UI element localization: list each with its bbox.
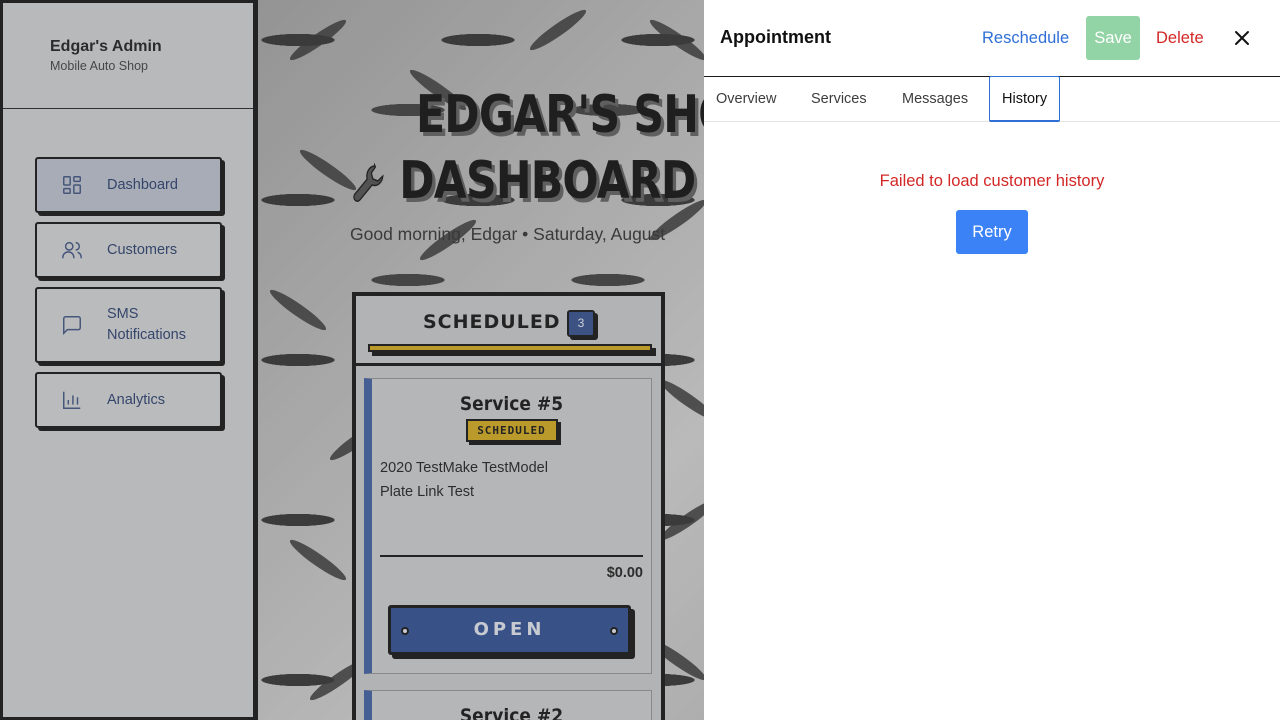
- retry-button[interactable]: Retry: [956, 210, 1028, 254]
- tab-history[interactable]: History: [989, 76, 1061, 122]
- tab-messages[interactable]: Messages: [890, 77, 980, 122]
- reschedule-button[interactable]: Reschedule: [982, 29, 1069, 48]
- drawer-title: Appointment: [720, 27, 831, 47]
- error-message: Failed to load customer history: [879, 172, 1105, 190]
- tab-overview[interactable]: Overview: [704, 77, 788, 122]
- close-icon[interactable]: [1232, 28, 1252, 48]
- delete-button[interactable]: Delete: [1156, 29, 1204, 48]
- drawer-header: Appointment Reschedule Save Delete: [704, 0, 1280, 77]
- appointment-drawer: Appointment Reschedule Save Delete Overv…: [704, 0, 1280, 720]
- modal-overlay[interactable]: [0, 0, 704, 720]
- save-button[interactable]: Save: [1086, 16, 1140, 60]
- drawer-tabs: Overview Services Messages History: [704, 76, 1280, 122]
- tab-services[interactable]: Services: [799, 77, 879, 122]
